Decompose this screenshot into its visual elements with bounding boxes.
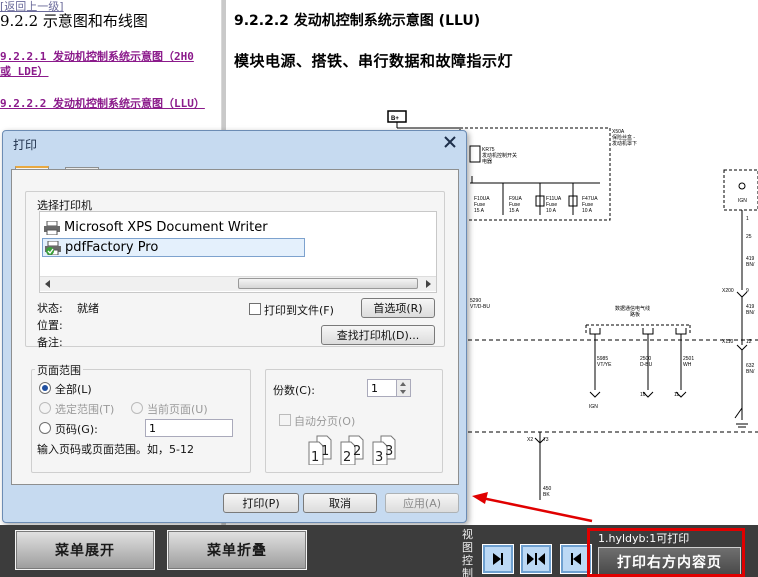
right-pin-25: 25	[746, 234, 752, 240]
page-range-title: 页面范围	[35, 362, 83, 378]
connector-x2: X2	[527, 437, 533, 443]
dialog-title: 打印	[13, 138, 38, 152]
close-icon[interactable]	[442, 134, 458, 150]
print-button[interactable]: 打印(P)	[223, 493, 299, 513]
right-pin-1: 1	[746, 216, 749, 222]
right-connector-x200-pin: 9	[746, 288, 749, 294]
view-split-button[interactable]	[520, 544, 552, 574]
comment-label: 备注:	[37, 336, 63, 349]
ign-switch-label: IGN	[738, 198, 747, 204]
cancel-button[interactable]: 取消	[303, 493, 377, 513]
print-dialog: 打印 常规 选项 选择打印机 Microsoft XPS Document Wr…	[2, 130, 467, 523]
ign-label: IGN	[589, 404, 598, 410]
range-pages-radio[interactable]	[39, 422, 51, 434]
relay-desc-1: 发动机控制开关	[482, 152, 517, 159]
arrow-right-bar-icon	[493, 553, 503, 565]
range-selection-label: 选定范围(T)	[55, 403, 115, 416]
right-connector-x200: X200	[722, 288, 734, 294]
collate-label: 自动分页(O)	[294, 415, 356, 428]
printer-name: pdfFactory Pro	[65, 240, 159, 255]
collate-page-2b: 2	[353, 444, 361, 459]
preferences-button[interactable]: 首选项(R)	[361, 298, 435, 318]
page-title: 9.2.2.2 发动机控制系统示意图 (LLU)	[234, 13, 481, 29]
right-wire-419a-color: BN/	[746, 262, 755, 268]
menu-collapse-button[interactable]: 菜单折叠	[167, 530, 307, 570]
copies-label: 份数(C):	[273, 384, 315, 397]
print-to-file-label: 打印到文件(F)	[264, 304, 334, 317]
range-selection-radio[interactable]	[39, 402, 51, 414]
collate-pages-icon: 1 1 2 2 3 3	[308, 435, 396, 465]
scroll-thumb[interactable]	[238, 278, 418, 289]
fuse-2-amp: 15 A	[509, 208, 520, 214]
bplus-label: B+	[391, 116, 399, 122]
highlight-box	[587, 528, 745, 577]
serial-data-label-2: 路板	[630, 311, 640, 318]
app-window: [返回上一级] 9.2.2 示意图和布线图 9.2.2.1 发动机控制系统示意图…	[0, 0, 758, 577]
nav-link-9-2-2-1[interactable]: 9.2.2.1 发动机控制系统示意图（2H0 或 LDE）	[0, 49, 200, 79]
right-wire-419b-color: BN/	[746, 310, 755, 316]
printer-item-selected[interactable]: pdfFactory Pro	[42, 238, 305, 257]
wire-450-color: BK	[543, 492, 550, 498]
range-current-radio[interactable]	[131, 402, 143, 414]
arrow-left-bar-icon	[571, 553, 581, 565]
wire-2-color: D-BU	[640, 362, 653, 368]
collate-page-1b: 1	[321, 444, 329, 459]
range-all-label: 全部(L)	[55, 383, 92, 396]
print-to-file-checkbox[interactable]	[249, 303, 261, 315]
copies-stepper[interactable]	[397, 379, 411, 397]
pin-11: 11	[674, 392, 679, 398]
collate-checkbox[interactable]	[279, 414, 291, 426]
menu-expand-button[interactable]: 菜单展开	[15, 530, 155, 570]
copies-input[interactable]: 1	[367, 379, 397, 397]
stepper-arrows-icon	[400, 382, 406, 394]
range-current-label: 当前页面(U)	[147, 403, 208, 416]
printer-list[interactable]: Microsoft XPS Document Writer pdfFactory…	[39, 211, 437, 293]
relay-desc-2: 电器	[482, 158, 492, 165]
page-subtitle: 模块电源、搭铁、串行数据和故障指示灯	[234, 52, 514, 70]
fusebox-desc-2: 发动机罩下	[612, 140, 637, 147]
apply-button[interactable]: 应用(A)	[385, 493, 459, 513]
wire-1-color: VT/YE	[597, 362, 612, 368]
collate-page-2a: 2	[343, 450, 351, 465]
printer-item[interactable]: Microsoft XPS Document Writer	[42, 218, 268, 237]
pin-10: 10	[640, 392, 646, 398]
printer-icon	[44, 220, 60, 235]
right-wire-632-color: BN/	[746, 369, 755, 375]
serial-data-label: 数据通信电气线	[615, 305, 650, 312]
range-all-radio[interactable]	[39, 382, 51, 394]
view-next-button[interactable]	[482, 544, 514, 574]
range-pages-label: 页码(G):	[55, 423, 98, 436]
fusebox-desc-1: 保险丝盒 -	[612, 134, 635, 141]
collate-page-3b: 3	[385, 444, 393, 459]
nav-link-9-2-2-2[interactable]: 9.2.2.2 发动机控制系统示意图（LLU）	[0, 96, 205, 111]
collate-page-3a: 3	[375, 450, 383, 465]
find-printer-button[interactable]: 查找打印机(D)...	[321, 325, 435, 345]
default-printer-icon	[45, 240, 61, 255]
pages-input[interactable]: 1	[145, 419, 233, 437]
fuse-4-amp: 10 A	[582, 208, 593, 214]
arrows-inward-icon	[527, 553, 545, 565]
collate-page-1a: 1	[311, 450, 319, 465]
wire-3-color: WH	[683, 362, 692, 368]
location-label: 位置:	[37, 319, 63, 332]
status-value: 就绪	[77, 302, 99, 315]
fuse-1-amp: 15 A	[474, 208, 485, 214]
range-hint: 输入页码或页面范围。如，5-12	[37, 443, 194, 456]
scroll-right-icon[interactable]	[422, 278, 434, 290]
view-control-label: 视图控制	[462, 528, 473, 577]
wire-5290-color: VT/D-BU	[470, 304, 490, 310]
printer-name: Microsoft XPS Document Writer	[64, 220, 268, 235]
connector-x2-pin: 73	[543, 437, 549, 443]
status-label: 状态:	[37, 302, 63, 315]
right-connector-x110: X110	[722, 339, 734, 345]
fuse-3-amp: 10 A	[546, 208, 557, 214]
horizontal-scrollbar[interactable]	[40, 276, 436, 291]
section-title: 9.2.2 示意图和布线图	[0, 12, 148, 30]
annotation-arrow	[472, 492, 593, 523]
right-connector-x110-pin: 12	[746, 339, 752, 345]
scroll-left-icon[interactable]	[42, 278, 54, 290]
